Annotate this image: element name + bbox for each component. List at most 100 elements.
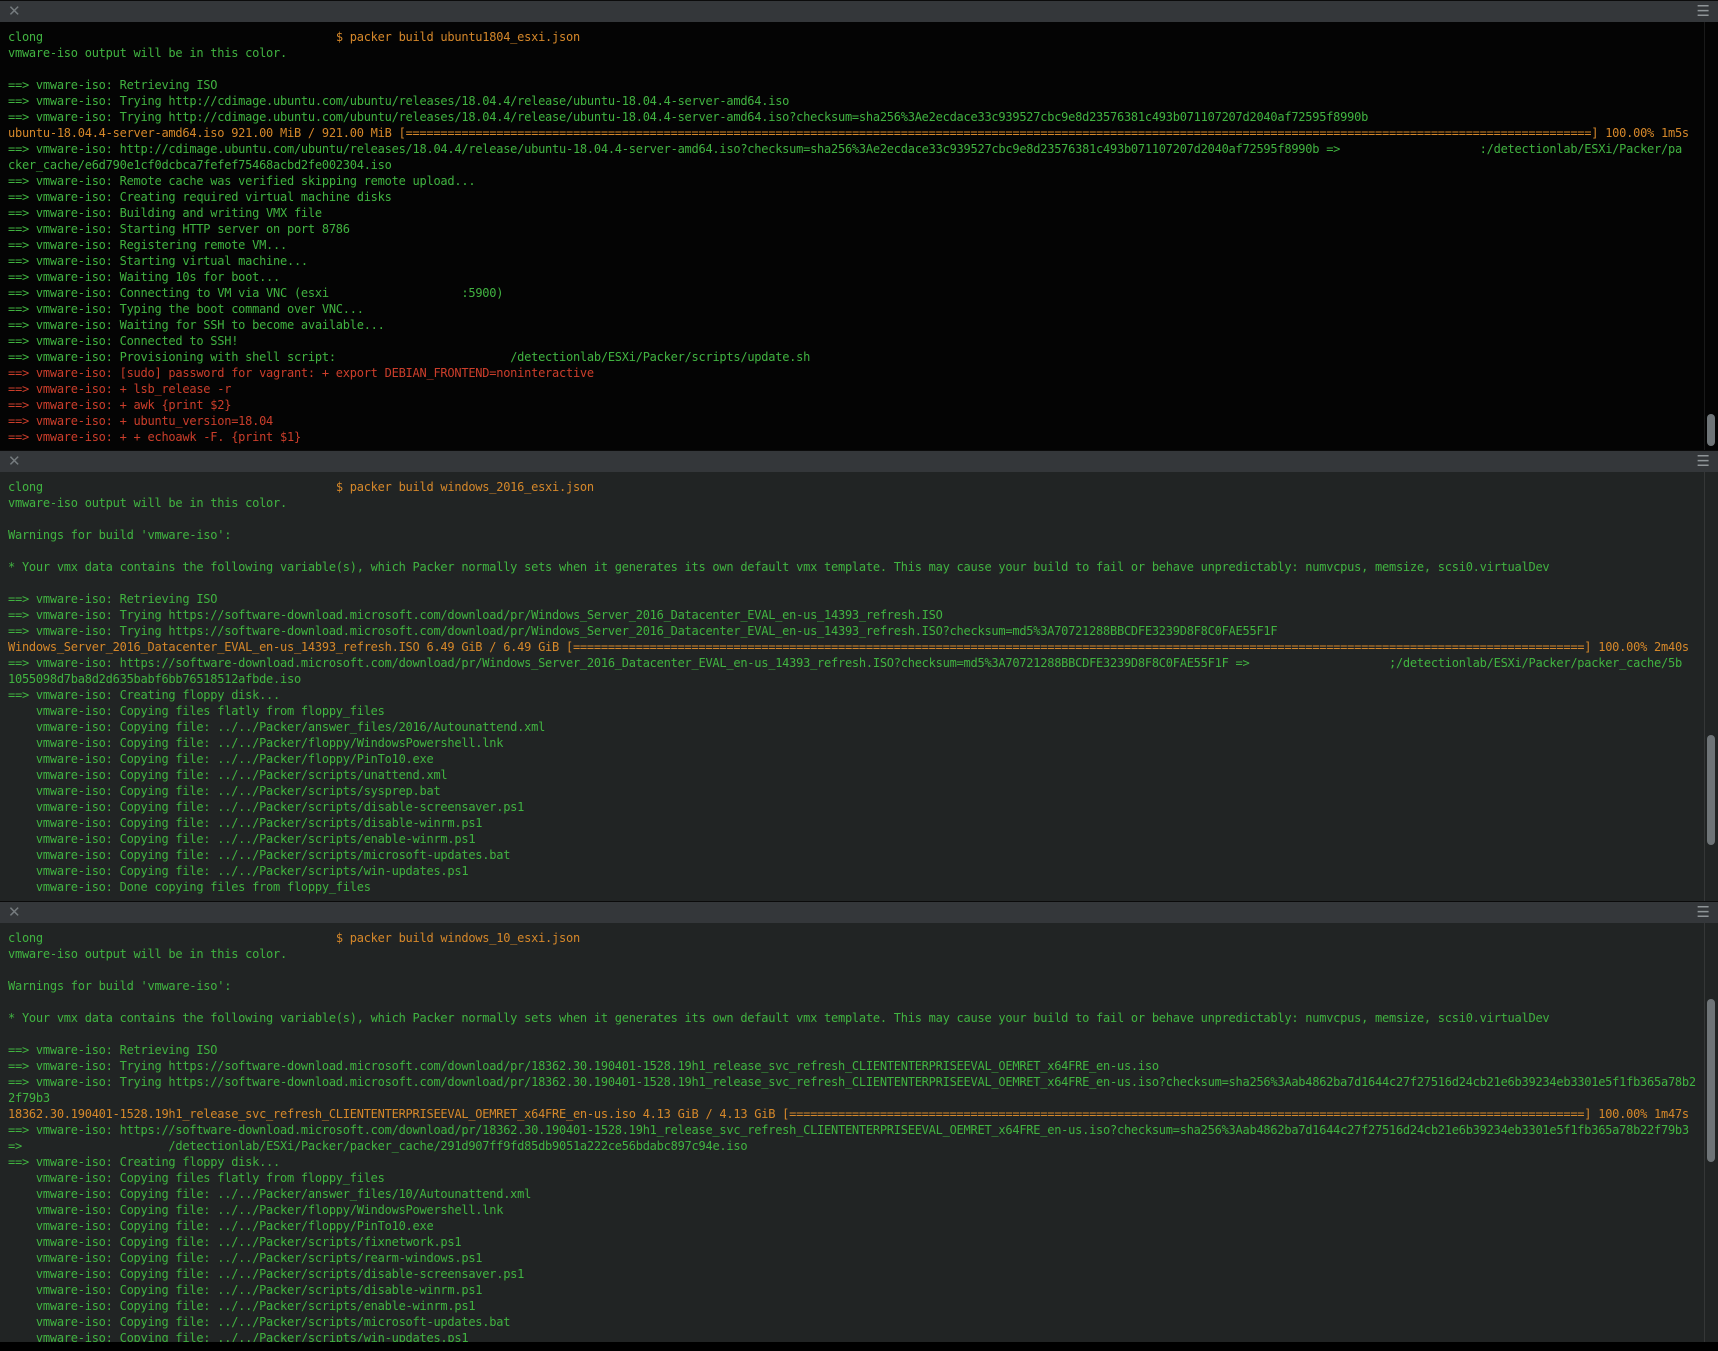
terminal-text-segment: ==> vmware-iso: Typing the boot command … — [8, 302, 364, 316]
terminal-line: Warnings for build 'vmware-iso': — [8, 527, 1698, 543]
terminal-text-segment — [43, 30, 336, 44]
pane-titlebar: ✕ ☰ — [0, 901, 1718, 923]
terminal-text-segment: ==> vmware-iso: Registering remote VM... — [8, 238, 287, 252]
terminal-text-segment: ==> vmware-iso: Connecting to VM via VNC… — [8, 286, 329, 300]
terminal-text-segment: vmware-iso: Copying file: ../../Packer/s… — [8, 864, 468, 878]
terminal-line: ==> vmware-iso: Typing the boot command … — [8, 301, 1698, 317]
terminal-text-segment: ubuntu-18.04.4-server-amd64.iso 921.00 M… — [8, 126, 406, 140]
terminal-text-segment: => — [8, 1139, 22, 1153]
scrollbar[interactable] — [1704, 472, 1718, 901]
terminal-line: vmware-iso: Copying file: ../../Packer/f… — [8, 751, 1698, 767]
scrollbar-thumb[interactable] — [1707, 414, 1715, 446]
terminal-line: vmware-iso: Copying file: ../../Packer/s… — [8, 1314, 1698, 1330]
terminal-text-segment: ] 100.00% 2m40s — [1584, 640, 1689, 654]
terminal-text-segment: $ packer build ubuntu1804_esxi.json — [336, 30, 580, 44]
terminal-line: Windows_Server_2016_Datacenter_EVAL_en-u… — [8, 639, 1698, 655]
terminal-text-segment: vmware-iso: Copying file: ../../Packer/s… — [8, 1235, 461, 1249]
terminal-text-segment: ==> vmware-iso: Trying https://software-… — [8, 624, 1277, 638]
terminal-text-segment: ==> vmware-iso: [sudo] password for vagr… — [8, 366, 594, 380]
terminal-text-segment: ==> vmware-iso: + lsb_release -r — [8, 382, 231, 396]
terminal-text-segment: vmware-iso output will be in this color. — [8, 46, 287, 60]
terminal-line: vmware-iso: Copying file: ../../Packer/s… — [8, 799, 1698, 815]
terminal-line: cker_cache/e6d790e1cf0dcbca7fefef75468ac… — [8, 157, 1698, 173]
terminal-line: ==> vmware-iso: Connected to SSH! — [8, 333, 1698, 349]
terminal-text-segment: Windows_Server_2016_Datacenter_EVAL_en-u… — [8, 640, 573, 654]
terminal-content[interactable]: clong $ packer build windows_10_esxi.jso… — [0, 923, 1718, 1342]
terminal-text-segment: vmware-iso: Copying file: ../../Packer/s… — [8, 1251, 482, 1265]
terminal-text-segment: ==> vmware-iso: http://cdimage.ubuntu.co… — [8, 142, 1340, 156]
terminal-text-segment: vmware-iso: Copying file: ../../Packer/f… — [8, 1203, 503, 1217]
close-icon[interactable]: ✕ — [8, 4, 21, 19]
terminal-text-segment: vmware-iso: Copying files flatly from fl… — [8, 1171, 385, 1185]
scrollbar-thumb[interactable] — [1707, 999, 1715, 1162]
terminal-text-segment: ==> vmware-iso: Creating floppy disk... — [8, 688, 280, 702]
terminal-line: clong $ packer build ubuntu1804_esxi.jso… — [8, 29, 1698, 45]
terminal-line: ==> vmware-iso: https://software-downloa… — [8, 655, 1698, 671]
terminal-text-segment — [43, 931, 336, 945]
terminal-line: ==> vmware-iso: Creating floppy disk... — [8, 687, 1698, 703]
terminal-text-segment: ==> vmware-iso: Trying https://software-… — [8, 1059, 1159, 1073]
terminal-text-segment: cker_cache/e6d790e1cf0dcbca7fefef75468ac… — [8, 158, 392, 172]
terminal-line: vmware-iso: Copying files flatly from fl… — [8, 1170, 1698, 1186]
terminal-output: clong $ packer build windows_10_esxi.jso… — [0, 923, 1718, 1342]
terminal-line — [8, 575, 1698, 591]
scrollbar[interactable] — [1704, 22, 1718, 450]
terminal-text-segment: ;/detectionlab/ESXi/Packer/packer_cache/… — [1389, 656, 1682, 670]
terminal-text-segment: vmware-iso: Copying file: ../../Packer/f… — [8, 736, 503, 750]
terminal-text-segment: ==> vmware-iso: Retrieving ISO — [8, 592, 217, 606]
terminal-text-segment: ========================================… — [789, 1107, 1584, 1121]
terminal-text-segment: clong — [8, 931, 43, 945]
terminal-text-segment: ==> vmware-iso: Creating floppy disk... — [8, 1155, 280, 1169]
terminal-text-segment: ==> vmware-iso: Connected to SSH! — [8, 334, 238, 348]
terminal-text-segment: vmware-iso: Copying file: ../../Packer/a… — [8, 720, 545, 734]
scrollbar-thumb[interactable] — [1707, 735, 1715, 845]
terminal-text-segment: ==> vmware-iso: Waiting 10s for boot... — [8, 270, 280, 284]
terminal-line: ==> vmware-iso: Starting virtual machine… — [8, 253, 1698, 269]
menu-icon[interactable]: ☰ — [1697, 4, 1710, 19]
terminal-line: ubuntu-18.04.4-server-amd64.iso 921.00 M… — [8, 125, 1698, 141]
terminal-line — [8, 994, 1698, 1010]
terminal-text-segment: ==> vmware-iso: Building and writing VMX… — [8, 206, 322, 220]
terminal-text-segment: /detectionlab/ESXi/Packer/scripts/update… — [510, 350, 810, 364]
terminal-line — [8, 962, 1698, 978]
terminal-text-segment: vmware-iso: Copying file: ../../Packer/s… — [8, 848, 510, 862]
terminal-line: vmware-iso: Copying file: ../../Packer/s… — [8, 1330, 1698, 1342]
terminal-pane-windows2016: ✕ ☰ clong $ packer build windows_2016_es… — [0, 450, 1718, 901]
terminal-line — [8, 511, 1698, 527]
terminal-text-segment: vmware-iso: Copying file: ../../Packer/s… — [8, 1299, 475, 1313]
terminal-line: clong $ packer build windows_10_esxi.jso… — [8, 930, 1698, 946]
terminal-text-segment: ] 100.00% 1m5s — [1591, 126, 1689, 140]
screen: { "colors": { "green": "#41b441", "orang… — [0, 0, 1718, 1351]
terminal-line: ==> vmware-iso: Trying https://software-… — [8, 1058, 1698, 1074]
terminal-content[interactable]: clong $ packer build ubuntu1804_esxi.jso… — [0, 22, 1718, 450]
terminal-line: vmware-iso: Copying file: ../../Packer/s… — [8, 767, 1698, 783]
terminal-text-segment: vmware-iso: Copying file: ../../Packer/s… — [8, 832, 475, 846]
close-icon[interactable]: ✕ — [8, 454, 21, 469]
terminal-line: vmware-iso: Copying files flatly from fl… — [8, 703, 1698, 719]
terminal-text-segment: ==> vmware-iso: + ubuntu_version=18.04 — [8, 414, 273, 428]
terminal-line: 1055098d7ba8d2d635babf6bb76518512afbde.i… — [8, 671, 1698, 687]
terminal-text-segment: ==> vmware-iso: + + echoawk -F. {print $… — [8, 430, 301, 444]
terminal-text-segment: $ packer build windows_10_esxi.json — [336, 931, 580, 945]
terminal-text-segment: vmware-iso: Copying files flatly from fl… — [8, 704, 385, 718]
menu-icon[interactable]: ☰ — [1697, 905, 1710, 920]
menu-icon[interactable]: ☰ — [1697, 454, 1710, 469]
terminal-line: ==> vmware-iso: Trying http://cdimage.ub… — [8, 93, 1698, 109]
terminal-content[interactable]: clong $ packer build windows_2016_esxi.j… — [0, 472, 1718, 901]
close-icon[interactable]: ✕ — [8, 905, 21, 920]
terminal-text-segment: vmware-iso: Copying file: ../../Packer/s… — [8, 816, 482, 830]
terminal-text-segment: ==> vmware-iso: + awk {print $2} — [8, 398, 231, 412]
scrollbar[interactable] — [1704, 923, 1718, 1342]
terminal-text-segment: vmware-iso: Copying file: ../../Packer/s… — [8, 1283, 482, 1297]
terminal-line: ==> vmware-iso: Retrieving ISO — [8, 591, 1698, 607]
terminal-line: ==> vmware-iso: + lsb_release -r — [8, 381, 1698, 397]
terminal-line: vmware-iso: Done copying files from flop… — [8, 879, 1698, 895]
terminal-line: vmware-iso: Copying file: ../../Packer/s… — [8, 847, 1698, 863]
terminal-text-segment: ========================================… — [406, 126, 1592, 140]
terminal-line: ==> vmware-iso: Registering remote VM... — [8, 237, 1698, 253]
terminal-text-segment: ========================================… — [573, 640, 1584, 654]
terminal-line: vmware-iso: Copying file: ../../Packer/s… — [8, 815, 1698, 831]
terminal-text-segment: vmware-iso: Copying file: ../../Packer/s… — [8, 800, 524, 814]
terminal-line: ==> vmware-iso: Creating floppy disk... — [8, 1154, 1698, 1170]
terminal-text-segment: vmware-iso: Copying file: ../../Packer/f… — [8, 752, 433, 766]
